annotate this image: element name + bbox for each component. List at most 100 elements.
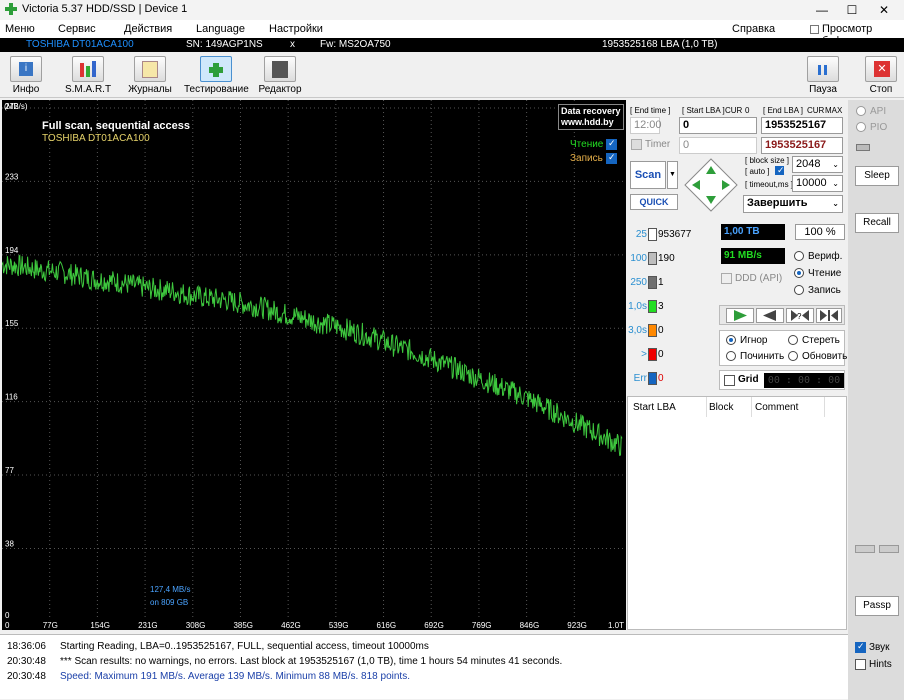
ddd-checkbox[interactable] (721, 273, 732, 284)
menu-item-language[interactable]: Language (196, 23, 245, 35)
start-lba-field[interactable]: 0 (679, 117, 757, 134)
pio-radio[interactable] (856, 122, 866, 132)
log-message: *** Scan results: no warnings, no errors… (60, 656, 563, 667)
current-speed: 91 MB/s (721, 248, 785, 264)
end-time-label: [ End time ] (630, 106, 671, 115)
auto-checkbox[interactable] (775, 165, 785, 176)
block-size-value: 2048 (796, 158, 821, 170)
device-serial: SN: 149AGP1NS (186, 39, 263, 50)
refresh-radio[interactable] (788, 351, 798, 361)
info-button[interactable]: i Инфо (6, 56, 46, 96)
hints-checkbox[interactable] (855, 659, 866, 670)
menu-item-menu[interactable]: Меню (5, 23, 35, 35)
timeout-field[interactable]: 10000 ⌄ (792, 175, 843, 192)
graph-model: TOSHIBA DT01ACA100 (42, 133, 150, 144)
smart-icon (72, 56, 104, 82)
grid-checkbox[interactable] (724, 375, 735, 386)
sleep-button[interactable]: Sleep (855, 166, 899, 186)
read-legend-checkbox[interactable] (606, 138, 617, 150)
log-row: 20:30:48 *** Scan results: no warnings, n… (0, 656, 848, 671)
stat-color-box (648, 300, 657, 313)
y-tick-label: 0 (5, 611, 10, 620)
quick-button[interactable]: QUICK (630, 194, 678, 210)
passp-button[interactable]: Passp (855, 596, 899, 616)
x-tick-label: 0 (5, 621, 10, 630)
editor-button[interactable]: Редактор (258, 56, 302, 96)
pause-button[interactable]: Пауза (806, 56, 840, 96)
end-lba-field[interactable]: 1953525167 (761, 117, 843, 134)
brand-box: Data recovery www.hdd.by (558, 104, 624, 130)
mode-box: Игнор Стереть Починить Обновить (719, 330, 847, 366)
recall-button[interactable]: Recall (855, 213, 899, 233)
y-tick-label: 77 (5, 466, 14, 475)
scan-dropdown-button[interactable]: ▼ (667, 161, 678, 189)
verify-radio[interactable] (794, 251, 804, 261)
stat-row: 250 1 (627, 276, 717, 292)
brand-line2: www.hdd.by (561, 117, 614, 127)
ignore-radio[interactable] (726, 335, 736, 345)
sound-checkbox[interactable] (855, 641, 866, 653)
device-close-x[interactable]: x (290, 39, 295, 50)
col-divider (706, 397, 707, 417)
play-button[interactable] (726, 308, 754, 323)
y-unit-label: (MB/s) (4, 102, 28, 111)
stat-row: Err 0 (627, 372, 717, 388)
window-title: Victoria 5.37 HDD/SSD | Device 1 (22, 3, 188, 15)
title-bar: Victoria 5.37 HDD/SSD | Device 1 — ☐ ✕ (0, 0, 904, 20)
end-time-field[interactable]: 12:00 (630, 117, 662, 134)
testing-button[interactable]: Тестирование (184, 56, 249, 96)
testing-label: Тестирование (184, 84, 249, 95)
block-size-field[interactable]: 2048 ⌄ (792, 156, 843, 173)
menu-item-service[interactable]: Сервис (58, 23, 96, 35)
smart-button[interactable]: S.M.A.R.T (64, 56, 112, 96)
editor-label: Редактор (258, 84, 302, 95)
logs-button[interactable]: Журналы (128, 56, 172, 96)
svg-text:?: ? (797, 312, 802, 321)
api-radio[interactable] (856, 106, 866, 116)
seek-button[interactable]: ? (786, 308, 814, 323)
start-lba-label: [ Start LBA ] (682, 106, 725, 115)
y-tick-label: 233 (5, 172, 19, 181)
timer-checkbox[interactable] (631, 139, 642, 150)
write-legend-checkbox[interactable] (606, 152, 617, 164)
stat-label: 25 (635, 229, 647, 240)
y-tick-label: 38 (5, 539, 14, 548)
finish-select[interactable]: Завершить ⌄ (743, 195, 843, 213)
menu-item-settings[interactable]: Настройки (269, 23, 323, 35)
direction-pad[interactable] (684, 158, 738, 212)
ddd-label: DDD (API) (735, 273, 783, 284)
read-radio[interactable] (794, 268, 804, 278)
scan-button[interactable]: Scan (630, 161, 666, 189)
progress-percent-value: 100 (804, 226, 823, 238)
skip-button[interactable] (816, 308, 842, 323)
stat-label: Err (633, 373, 647, 384)
end-lba-max-field[interactable]: 1953525167 (761, 137, 843, 154)
ignore-label: Игнор (740, 335, 768, 346)
maximize-button[interactable]: ☐ (838, 0, 866, 20)
stat-label: 250 (630, 277, 647, 288)
repair-radio[interactable] (726, 351, 736, 361)
stat-value: 0 (658, 349, 664, 360)
speed-note: 127,4 MB/s (150, 585, 191, 594)
stat-row: 100 190 (627, 252, 717, 268)
stat-value: 190 (658, 253, 675, 264)
erase-radio[interactable] (788, 335, 798, 345)
playback-bar: ? (719, 305, 845, 325)
stop-button[interactable]: ✕ Стоп (864, 56, 898, 96)
buffer-checkbox[interactable] (810, 25, 819, 34)
timer-field[interactable]: 0 (679, 137, 757, 154)
x-tick-label: 154G (90, 621, 110, 630)
menu-item-actions[interactable]: Действия (124, 23, 172, 35)
log-time: 20:30:48 (7, 656, 46, 667)
log-message: Starting Reading, LBA=0..1953525167, FUL… (60, 641, 429, 652)
write-radio[interactable] (794, 285, 804, 295)
read-speed-line (2, 254, 623, 457)
grid-box: Grid 00 : 00 : 00 (719, 370, 845, 390)
x-tick-label: 462G (281, 621, 301, 630)
close-button[interactable]: ✕ (870, 0, 898, 20)
reverse-button[interactable] (756, 308, 784, 323)
menu-item-help[interactable]: Справка (732, 23, 775, 35)
stat-value: 0 (658, 373, 664, 384)
pio-label: PIO (870, 122, 888, 133)
minimize-button[interactable]: — (808, 0, 836, 20)
